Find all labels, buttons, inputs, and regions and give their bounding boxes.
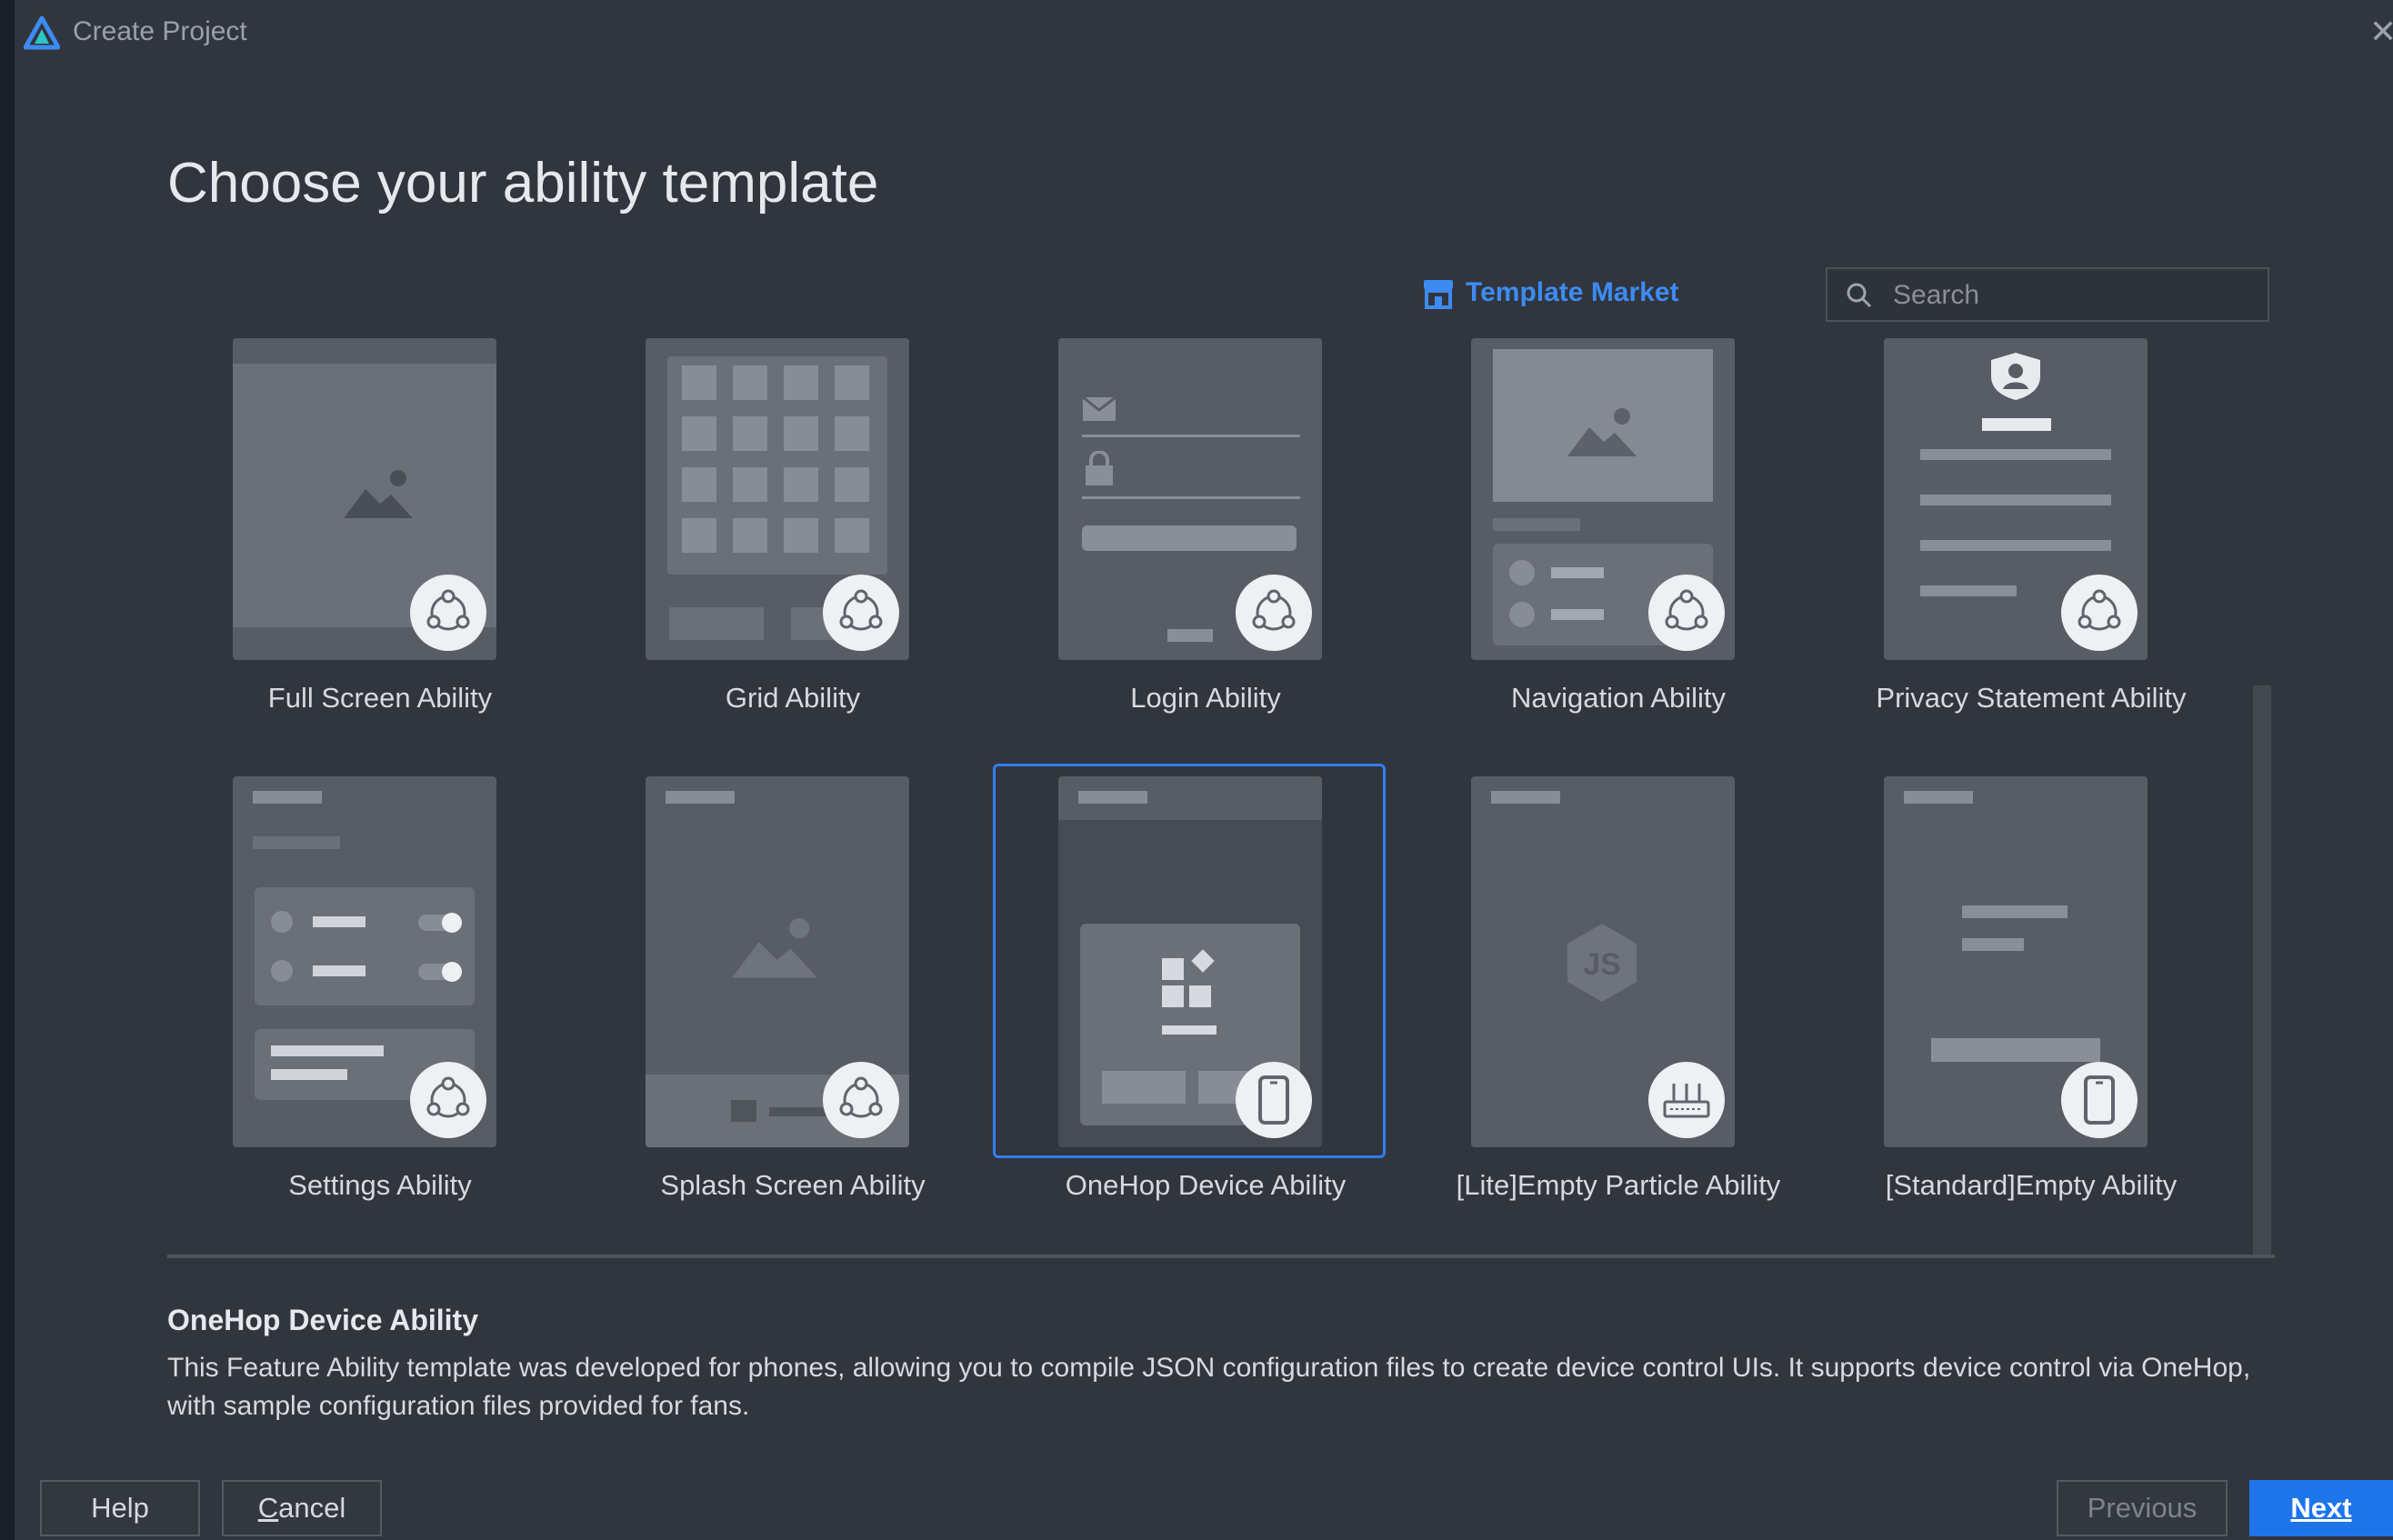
template-label: Navigation Ability [1510,682,1727,714]
search-field[interactable] [1826,267,2269,322]
next-mnemonic: N [2290,1492,2311,1524]
template-card-standard-empty[interactable] [1884,776,2148,1147]
title-bar: Create Project ✕ [15,0,2393,69]
text-placeholder [1920,540,2111,551]
template-market-label: Template Market [1466,277,1679,307]
template-label: Full Screen Ability [267,682,493,714]
input-line [1082,496,1300,499]
template-card-lite-empty-particle[interactable]: JS [1471,776,1735,1147]
template-card-settings[interactable] [233,776,496,1147]
app-logo-icon [24,16,60,50]
next-button[interactable]: Next [2249,1480,2393,1536]
button-placeholder [1931,1038,2100,1062]
cancel-button[interactable]: Cancel [222,1480,382,1536]
router-icon [1648,1062,1725,1138]
distributed-icon [410,575,486,651]
previous-button[interactable]: Previous [2057,1480,2228,1536]
text-placeholder [1962,938,2024,951]
text-placeholder [1491,791,1560,804]
header-placeholder [1058,776,1322,820]
template-card-privacy-statement[interactable] [1884,338,2148,660]
grid-icon [682,365,869,553]
text-placeholder [666,791,735,804]
text-placeholder [1920,449,2111,460]
templates-scrollbar[interactable] [2253,685,2271,1255]
mail-icon [1082,396,1116,421]
distributed-icon [410,1062,486,1138]
window-title: Create Project [73,16,247,46]
close-icon[interactable]: ✕ [2369,13,2393,51]
phone-icon [1236,1062,1312,1138]
tab-placeholder [669,607,764,640]
template-label: [Lite]Empty Particle Ability [1456,1169,1781,1201]
text-placeholder [1920,585,2017,596]
grid-preview [667,356,887,575]
app-grid-icon [1162,949,1215,1007]
input-line [1082,435,1300,437]
create-project-dialog: Create Project ✕ Choose your ability tem… [15,0,2393,1540]
description-text: This Feature Ability template was develo… [167,1353,2251,1421]
shield-user-icon [1991,353,2040,400]
link-placeholder [1167,629,1213,642]
template-label: Settings Ability [288,1169,472,1201]
svg-text:JS: JS [1583,947,1621,982]
banner-placeholder [1493,349,1713,502]
divider [167,1255,2275,1258]
image-icon [1567,408,1637,456]
description-title: OneHop Device Ability [167,1304,478,1336]
template-label: Privacy Statement Ability [1876,682,2187,714]
image-icon [344,470,413,518]
template-card-grid[interactable] [646,338,909,660]
image-icon [732,918,817,978]
template-label: [Standard]Empty Ability [1885,1169,2178,1201]
distributed-icon [1236,575,1312,651]
store-icon [1424,280,1453,309]
page-title: Choose your ability template [167,152,879,215]
phone-icon [2061,1062,2138,1138]
template-label: Splash Screen Ability [660,1169,926,1201]
text-placeholder [253,836,340,849]
template-card-splash-screen[interactable] [646,776,909,1147]
distributed-icon [2061,575,2138,651]
text-placeholder [1982,418,2051,431]
text-placeholder [1962,905,2068,918]
next-label: ext [2310,1492,2352,1524]
lock-icon [1086,451,1113,485]
template-card-full-screen[interactable] [233,338,496,660]
text-placeholder [1904,791,1973,804]
text-placeholder [1920,495,2111,505]
cancel-label: ancel [278,1492,346,1524]
distributed-icon [823,1062,899,1138]
cancel-mnemonic: C [257,1492,279,1524]
search-input[interactable] [1891,269,2258,322]
distributed-icon [1648,575,1725,651]
template-card-navigation[interactable] [1471,338,1735,660]
template-card-onehop-device[interactable] [1058,776,1322,1147]
text-placeholder [253,791,322,804]
template-label: Grid Ability [725,682,861,714]
search-icon [1847,283,1872,308]
template-card-login[interactable] [1058,338,1322,660]
text-placeholder [1493,518,1580,531]
javascript-icon: JS [1567,924,1637,1002]
template-label: Login Ability [1130,682,1281,714]
template-label: OneHop Device Ability [1065,1169,1347,1201]
settings-group [255,887,475,1005]
template-market-link[interactable]: Template Market [1422,275,1679,311]
login-button-placeholder [1082,525,1297,551]
help-button[interactable]: Help [40,1480,200,1536]
distributed-icon [823,575,899,651]
